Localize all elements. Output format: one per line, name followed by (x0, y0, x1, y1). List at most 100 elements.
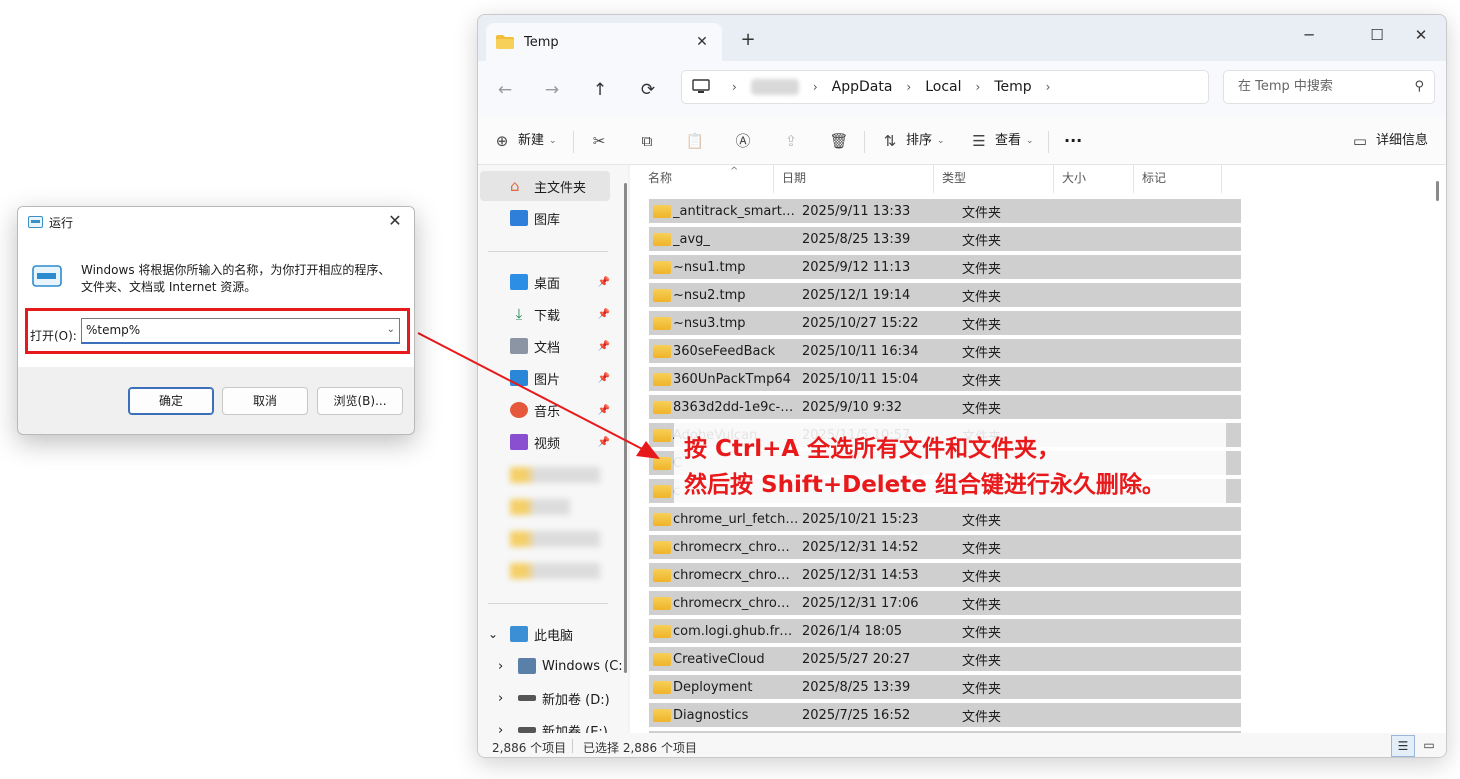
cancel-button[interactable]: 取消 (222, 387, 308, 415)
sidebar-item-gallery[interactable]: 图库 (478, 203, 618, 233)
sidebar-item-downloads[interactable]: ⤓ 下载 📌 (478, 299, 618, 329)
breadcrumb-appdata[interactable]: AppData (832, 79, 893, 95)
table-row[interactable]: chromecrx_chrom... 2025/12/31 14:52 文件夹 (649, 535, 1241, 559)
table-row[interactable]: ~nsu1.tmp 2025/9/12 11:13 文件夹 (649, 255, 1241, 279)
file-type: 文件夹 (962, 681, 1002, 697)
pin-icon[interactable]: 📌 (598, 341, 610, 352)
sidebar-item-home[interactable]: ⌂ 主文件夹 (480, 171, 610, 201)
details-view-button[interactable]: ☰ (1391, 735, 1415, 757)
blurred-user-folder[interactable] (750, 79, 799, 95)
chevron-down-icon[interactable]: ⌄ (488, 627, 502, 641)
copy-button[interactable]: ⧉ (637, 127, 663, 155)
file-type: 文件夹 (962, 513, 1002, 529)
column-size[interactable]: 大小 (1054, 165, 1134, 193)
chevron-right-icon[interactable]: › (498, 659, 512, 674)
pin-icon[interactable]: 📌 (598, 309, 610, 320)
ok-button[interactable]: 确定 (128, 387, 214, 415)
sidebar-item-this-pc[interactable]: ⌄ 此电脑 (478, 619, 618, 649)
new-label: 新建 (518, 133, 545, 148)
table-row[interactable]: 360seFeedBack 2025/10/11 16:34 文件夹 (649, 339, 1241, 363)
table-row[interactable]: CreativeCloud 2025/5/27 20:27 文件夹 (649, 647, 1241, 671)
drive-icon (518, 695, 536, 701)
chevron-down-icon: ⌄ (1026, 136, 1034, 146)
details-pane-button[interactable]: ▭ 详细信息 (1350, 127, 1428, 155)
blurred-folder-item[interactable] (510, 563, 600, 579)
divider (1048, 131, 1049, 153)
tab-close-icon[interactable]: ✕ (692, 34, 712, 50)
nav-scrollbar[interactable] (624, 183, 627, 673)
sidebar-item-documents[interactable]: 文档 📌 (478, 331, 618, 361)
share-button[interactable]: ⇪ (781, 127, 807, 155)
sidebar-item-drive-d[interactable]: › 新加卷 (D:) (478, 683, 618, 713)
table-row[interactable]: ~nsu2.tmp 2025/12/1 19:14 文件夹 (649, 283, 1241, 307)
browse-button[interactable]: 浏览(B)... (317, 387, 403, 415)
table-row[interactable]: 8363d2dd-1e9c-4... 2025/9/10 9:32 文件夹 (649, 395, 1241, 419)
table-row[interactable]: Deployment 2025/8/25 13:39 文件夹 (649, 675, 1241, 699)
tiles-view-button[interactable]: ▭ (1417, 735, 1441, 757)
rename-button[interactable]: Ⓐ (733, 127, 759, 155)
new-button[interactable]: ⊕ 新建 ⌄ (492, 127, 557, 155)
breadcrumb-temp[interactable]: Temp (994, 79, 1031, 95)
file-type: 文件夹 (962, 401, 1002, 417)
blurred-folder-item[interactable] (510, 499, 570, 515)
cut-button[interactable]: ✂ (589, 127, 615, 155)
file-date: 2025/12/31 14:53 (802, 567, 919, 583)
table-row[interactable]: ~nsu3.tmp 2025/10/27 15:22 文件夹 (649, 311, 1241, 335)
table-row[interactable]: com.logi.ghub.fro... 2026/1/4 18:05 文件夹 (649, 619, 1241, 643)
forward-button[interactable]: → (536, 75, 568, 105)
delete-button[interactable]: 🗑 (829, 127, 855, 155)
blurred-folder-item[interactable] (510, 531, 600, 547)
more-options-button[interactable]: ··· (1064, 127, 1082, 155)
tab-temp[interactable]: Temp ✕ (486, 23, 722, 61)
chevron-right-icon[interactable]: › (1046, 80, 1051, 94)
table-row[interactable]: _antitrack_smart_s... 2025/9/11 13:33 文件夹 (649, 199, 1241, 223)
paste-button[interactable]: 📋 (685, 127, 711, 155)
blurred-folder-item[interactable] (510, 467, 600, 483)
sidebar-item-music[interactable]: 音乐 📌 (478, 395, 618, 425)
chevron-down-icon: ⌄ (549, 136, 557, 146)
breadcrumb[interactable]: › › AppData › Local › Temp › (681, 70, 1209, 104)
up-button[interactable]: ↑ (584, 75, 616, 105)
pin-icon[interactable]: 📌 (598, 405, 610, 416)
close-icon[interactable]: ✕ (384, 211, 406, 230)
chevron-right-icon[interactable]: › (498, 691, 512, 706)
new-tab-button[interactable]: + (736, 29, 760, 50)
column-type[interactable]: 类型 (934, 165, 1054, 193)
maximize-button[interactable]: ☐ (1354, 21, 1400, 49)
details-pane-icon: ▭ (1352, 132, 1368, 150)
column-name[interactable]: 名称 ^ (640, 165, 774, 193)
sidebar-item-videos[interactable]: 视频 📌 (478, 427, 618, 457)
minimize-button[interactable]: ─ (1286, 21, 1332, 49)
close-window-button[interactable]: ✕ (1398, 21, 1444, 49)
table-row[interactable]: _avg_ 2025/8/25 13:39 文件夹 (649, 227, 1241, 251)
folder-icon (653, 568, 671, 582)
download-icon: ⤓ (515, 305, 523, 323)
content-scrollbar[interactable] (1436, 181, 1439, 201)
table-row[interactable]: 360UnPackTmp64 2025/10/11 15:04 文件夹 (649, 367, 1241, 391)
pin-icon[interactable]: 📌 (598, 437, 610, 448)
column-tags[interactable]: 标记 (1134, 165, 1222, 193)
chevron-right-icon: › (812, 80, 818, 94)
breadcrumb-local[interactable]: Local (925, 79, 961, 95)
column-date[interactable]: 日期 (774, 165, 934, 193)
refresh-button[interactable]: ⟳ (632, 75, 664, 105)
pin-icon[interactable]: 📌 (598, 373, 610, 384)
search-input[interactable]: 在 Temp 中搜索 ⚲ (1223, 70, 1435, 104)
sidebar-item-label: 新加卷 (D:) (542, 692, 610, 708)
sidebar-item-drive-c[interactable]: › Windows (C:) (478, 651, 628, 681)
folder-icon (653, 512, 671, 526)
file-name: Diagnostics (673, 707, 749, 723)
back-button[interactable]: ← (489, 75, 521, 105)
sidebar-item-pictures[interactable]: 图片 📌 (478, 363, 618, 393)
sort-button[interactable]: ⇅ 排序 ⌄ (880, 127, 945, 155)
table-row[interactable]: chrome_url_fetche... 2025/10/21 15:23 文件夹 (649, 507, 1241, 531)
chevron-right-icon: › (906, 80, 912, 94)
file-date: 2025/8/25 13:39 (802, 679, 911, 695)
sidebar-item-desktop[interactable]: 桌面 📌 (478, 267, 618, 297)
view-button[interactable]: ☰ 查看 ⌄ (969, 127, 1034, 155)
pin-icon[interactable]: 📌 (598, 277, 610, 288)
table-row[interactable]: Diagnostics 2025/7/25 16:52 文件夹 (649, 703, 1241, 727)
table-row[interactable]: chromecrx_chrom... 2025/12/31 14:53 文件夹 (649, 563, 1241, 587)
table-row[interactable]: chromecrx_chrom... 2025/12/31 17:06 文件夹 (649, 591, 1241, 615)
folder-icon (653, 456, 671, 470)
